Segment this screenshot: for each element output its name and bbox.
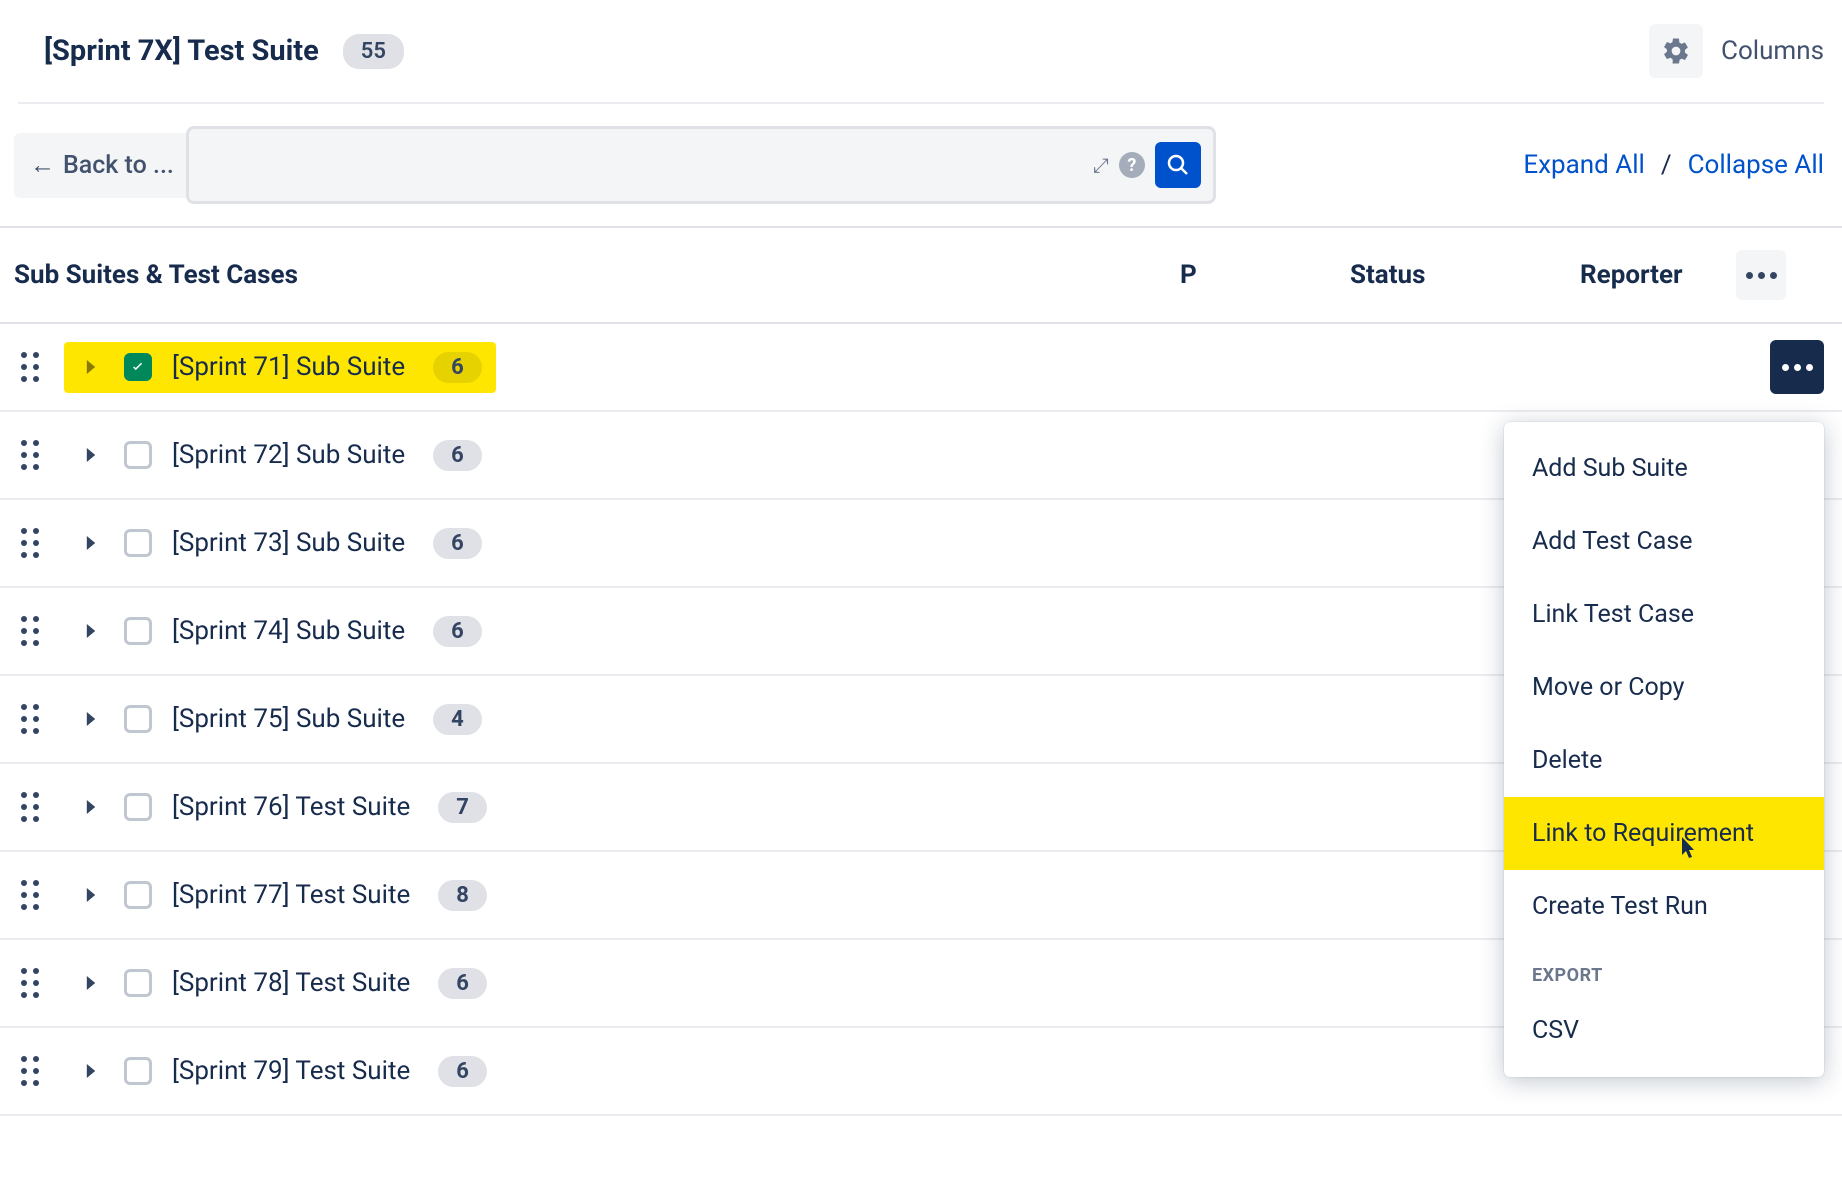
cursor-icon xyxy=(1674,835,1700,870)
row-content[interactable]: [Sprint 71] Sub Suite 6 xyxy=(64,342,496,393)
row-name: [Sprint 77] Test Suite xyxy=(172,880,410,910)
chevron-right-icon[interactable] xyxy=(78,706,104,732)
chevron-right-icon[interactable] xyxy=(78,354,104,380)
row-checkbox[interactable] xyxy=(124,793,152,821)
more-icon xyxy=(1746,272,1777,279)
chevron-right-icon[interactable] xyxy=(78,442,104,468)
row-count-badge: 6 xyxy=(433,528,482,559)
row-count-badge: 4 xyxy=(433,704,482,735)
row-checkbox[interactable] xyxy=(124,617,152,645)
back-button[interactable]: ← Back to ... xyxy=(14,133,190,198)
menu-item[interactable]: Create Test Run xyxy=(1504,870,1824,943)
row-name: [Sprint 75] Sub Suite xyxy=(172,704,405,734)
gear-icon xyxy=(1661,36,1691,66)
row-count-badge: 8 xyxy=(438,880,487,911)
separator: / xyxy=(1661,150,1672,180)
drag-handle[interactable] xyxy=(14,792,46,822)
row-content[interactable]: [Sprint 79] Test Suite 6 xyxy=(64,1046,501,1097)
row-name: [Sprint 79] Test Suite xyxy=(172,1056,410,1086)
back-button-label: Back to ... xyxy=(63,151,174,180)
row-checkbox[interactable] xyxy=(124,441,152,469)
title-count-badge: 55 xyxy=(343,34,404,69)
row-checkbox[interactable] xyxy=(124,969,152,997)
collapse-all-link[interactable]: Collapse All xyxy=(1688,150,1824,180)
drag-handle[interactable] xyxy=(14,880,46,910)
drag-handle[interactable] xyxy=(14,968,46,998)
page-header: [Sprint 7X] Test Suite 55 Columns xyxy=(0,0,1842,102)
drag-handle[interactable] xyxy=(14,352,46,382)
chevron-right-icon[interactable] xyxy=(78,970,104,996)
row-name: [Sprint 74] Sub Suite xyxy=(172,616,405,646)
chevron-right-icon[interactable] xyxy=(78,618,104,644)
menu-item[interactable]: Link Test Case xyxy=(1504,578,1824,651)
col-header-p: P xyxy=(1180,260,1350,290)
col-header-reporter: Reporter xyxy=(1580,260,1720,290)
row-name: [Sprint 78] Test Suite xyxy=(172,968,410,998)
page-title: [Sprint 7X] Test Suite xyxy=(44,34,319,68)
drag-handle[interactable] xyxy=(14,440,46,470)
row-checkbox[interactable] xyxy=(124,353,152,381)
table-row: [Sprint 71] Sub Suite 6 xyxy=(0,324,1842,412)
row-content[interactable]: [Sprint 73] Sub Suite 6 xyxy=(64,518,496,569)
chevron-right-icon[interactable] xyxy=(78,1058,104,1084)
search-container: ⤢ ? xyxy=(186,126,1216,204)
drag-handle[interactable] xyxy=(14,528,46,558)
search-icon xyxy=(1166,153,1190,177)
row-content[interactable]: [Sprint 74] Sub Suite 6 xyxy=(64,606,496,657)
row-count-badge: 7 xyxy=(438,792,487,823)
row-checkbox[interactable] xyxy=(124,881,152,909)
row-count-badge: 6 xyxy=(433,616,482,647)
row-checkbox[interactable] xyxy=(124,705,152,733)
arrow-left-icon: ← xyxy=(30,151,55,180)
row-checkbox[interactable] xyxy=(124,1057,152,1085)
row-count-badge: 6 xyxy=(438,968,487,999)
toolbar-right: Expand All / Collapse All xyxy=(1523,150,1824,180)
row-count-badge: 6 xyxy=(433,440,482,471)
menu-item[interactable]: Link to Requirement xyxy=(1504,797,1824,870)
col-header-status: Status xyxy=(1350,260,1580,290)
row-name: [Sprint 76] Test Suite xyxy=(172,792,410,822)
row-count-badge: 6 xyxy=(433,352,482,383)
settings-button[interactable] xyxy=(1649,24,1703,78)
table-header: Sub Suites & Test Cases P Status Reporte… xyxy=(0,226,1842,324)
more-icon xyxy=(1782,364,1813,371)
row-more-button[interactable] xyxy=(1770,340,1824,394)
row-checkbox[interactable] xyxy=(124,529,152,557)
columns-link[interactable]: Columns xyxy=(1721,36,1824,66)
drag-handle[interactable] xyxy=(14,616,46,646)
chevron-right-icon[interactable] xyxy=(78,794,104,820)
menu-item[interactable]: Delete xyxy=(1504,724,1824,797)
drag-handle[interactable] xyxy=(14,1056,46,1086)
search-input[interactable] xyxy=(211,129,1083,201)
row-count-badge: 6 xyxy=(438,1056,487,1087)
row-name: [Sprint 72] Sub Suite xyxy=(172,440,405,470)
help-icon[interactable]: ? xyxy=(1119,152,1145,178)
menu-item[interactable]: CSV xyxy=(1504,994,1824,1067)
expand-all-link[interactable]: Expand All xyxy=(1523,150,1645,180)
row-content[interactable]: [Sprint 78] Test Suite 6 xyxy=(64,958,501,1009)
toolbar-left: ← Back to ... ⤢ ? xyxy=(14,126,1503,204)
header-left: [Sprint 7X] Test Suite 55 xyxy=(44,34,404,69)
toolbar: ← Back to ... ⤢ ? Expand All / Collapse … xyxy=(0,104,1842,226)
header-right: Columns xyxy=(1649,24,1824,78)
row-content[interactable]: [Sprint 72] Sub Suite 6 xyxy=(64,430,496,481)
table-header-more-button[interactable] xyxy=(1736,250,1786,300)
chevron-right-icon[interactable] xyxy=(78,882,104,908)
row-content[interactable]: [Sprint 75] Sub Suite 4 xyxy=(64,694,496,745)
row-actions-menu: Add Sub SuiteAdd Test CaseLink Test Case… xyxy=(1504,422,1824,1077)
menu-item[interactable]: Move or Copy xyxy=(1504,651,1824,724)
col-header-main: Sub Suites & Test Cases xyxy=(14,260,1180,290)
row-name: [Sprint 73] Sub Suite xyxy=(172,528,405,558)
menu-item[interactable]: Add Sub Suite xyxy=(1504,432,1824,505)
row-content[interactable]: [Sprint 77] Test Suite 8 xyxy=(64,870,501,921)
row-name: [Sprint 71] Sub Suite xyxy=(172,352,405,382)
expand-input-icon[interactable]: ⤢ xyxy=(1093,153,1109,177)
row-content[interactable]: [Sprint 76] Test Suite 7 xyxy=(64,782,501,833)
menu-item[interactable]: Add Test Case xyxy=(1504,505,1824,578)
menu-section-header: EXPORT xyxy=(1504,943,1824,994)
drag-handle[interactable] xyxy=(14,704,46,734)
search-button[interactable] xyxy=(1155,142,1201,188)
chevron-right-icon[interactable] xyxy=(78,530,104,556)
